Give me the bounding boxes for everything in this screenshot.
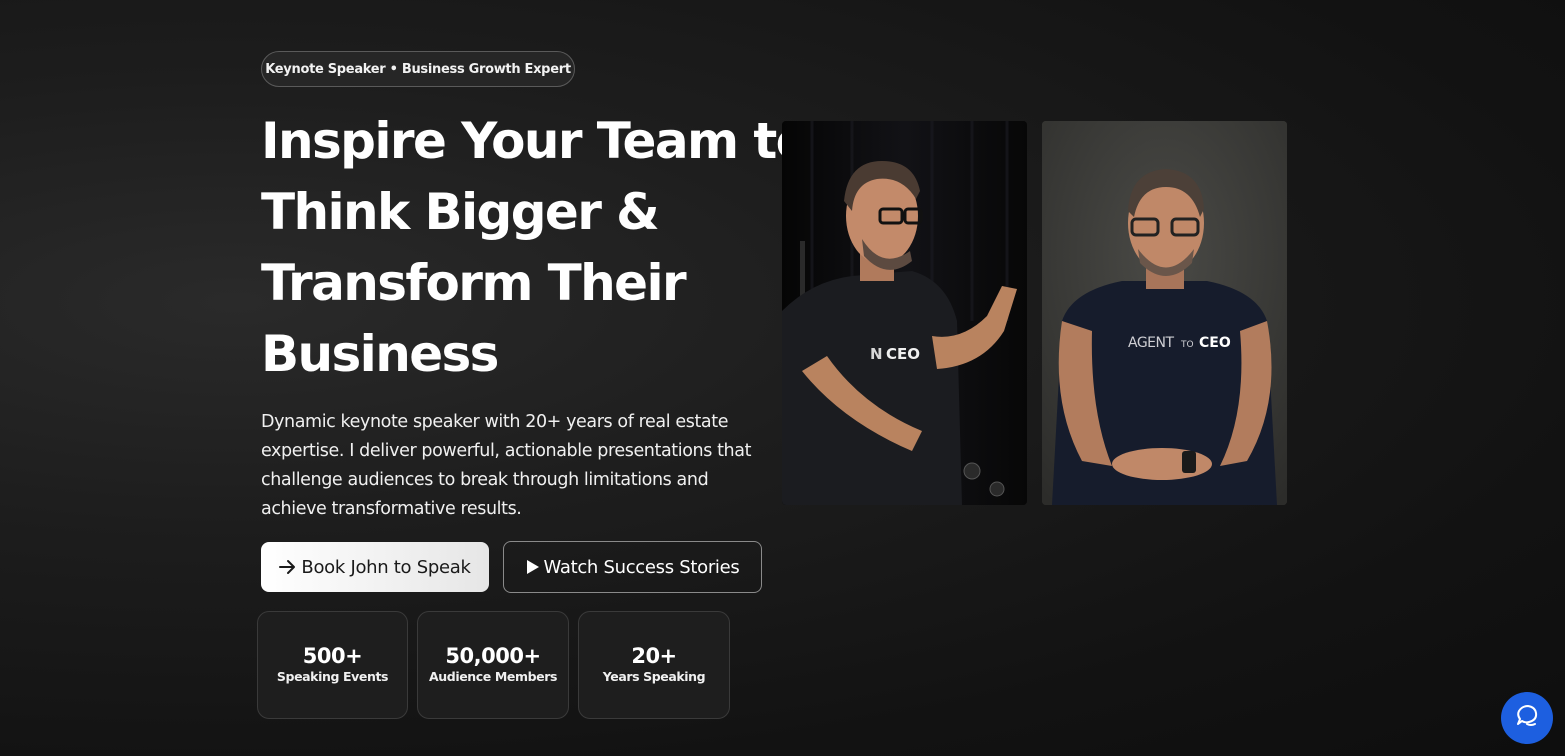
hero-headline: Inspire Your Team to Think Bigger & Tran… <box>261 106 810 390</box>
play-icon <box>526 559 540 575</box>
svg-text:TO: TO <box>1180 340 1194 350</box>
stat-label: Years Speaking <box>602 669 706 684</box>
watch-success-stories-label: Watch Success Stories <box>543 556 740 578</box>
stat-card-years-speaking: 20+ Years Speaking <box>578 611 730 719</box>
arrow-right-icon <box>279 559 297 575</box>
speaker-photo-stage: N CEO <box>782 121 1027 505</box>
svg-text:CEO: CEO <box>1199 335 1231 351</box>
headline-line-1: Inspire Your Team to <box>261 112 810 170</box>
headline-line-2: Think Bigger & <box>261 183 660 241</box>
headline-line-3: Transform Their <box>261 254 687 312</box>
book-john-button[interactable]: Book John to Speak <box>261 542 489 592</box>
stat-card-speaking-events: 500+ Speaking Events <box>257 611 408 719</box>
chat-bubble-icon <box>1514 703 1540 733</box>
speaker-photo-standing: AGENT TO CEO <box>1042 121 1287 505</box>
stat-card-audience-members: 50,000+ Audience Members <box>417 611 569 719</box>
hero-description: Dynamic keynote speaker with 20+ years o… <box>261 412 752 519</box>
stat-value: 20+ <box>631 644 677 668</box>
stat-label: Audience Members <box>429 669 557 684</box>
stat-label: Speaking Events <box>276 669 389 684</box>
headline-line-4: Business <box>261 325 499 383</box>
svg-text:CEO: CEO <box>886 345 920 363</box>
stat-value: 50,000+ <box>445 644 541 668</box>
hero-badge: Keynote Speaker • Business Growth Expert <box>261 51 575 87</box>
chat-button[interactable] <box>1501 692 1553 744</box>
book-john-label: Book John to Speak <box>301 556 471 578</box>
stat-value: 500+ <box>302 644 363 668</box>
watch-success-stories-button[interactable]: Watch Success Stories <box>503 541 762 593</box>
shirt-text: N <box>870 345 883 363</box>
svg-text:AGENT: AGENT <box>1128 335 1174 351</box>
